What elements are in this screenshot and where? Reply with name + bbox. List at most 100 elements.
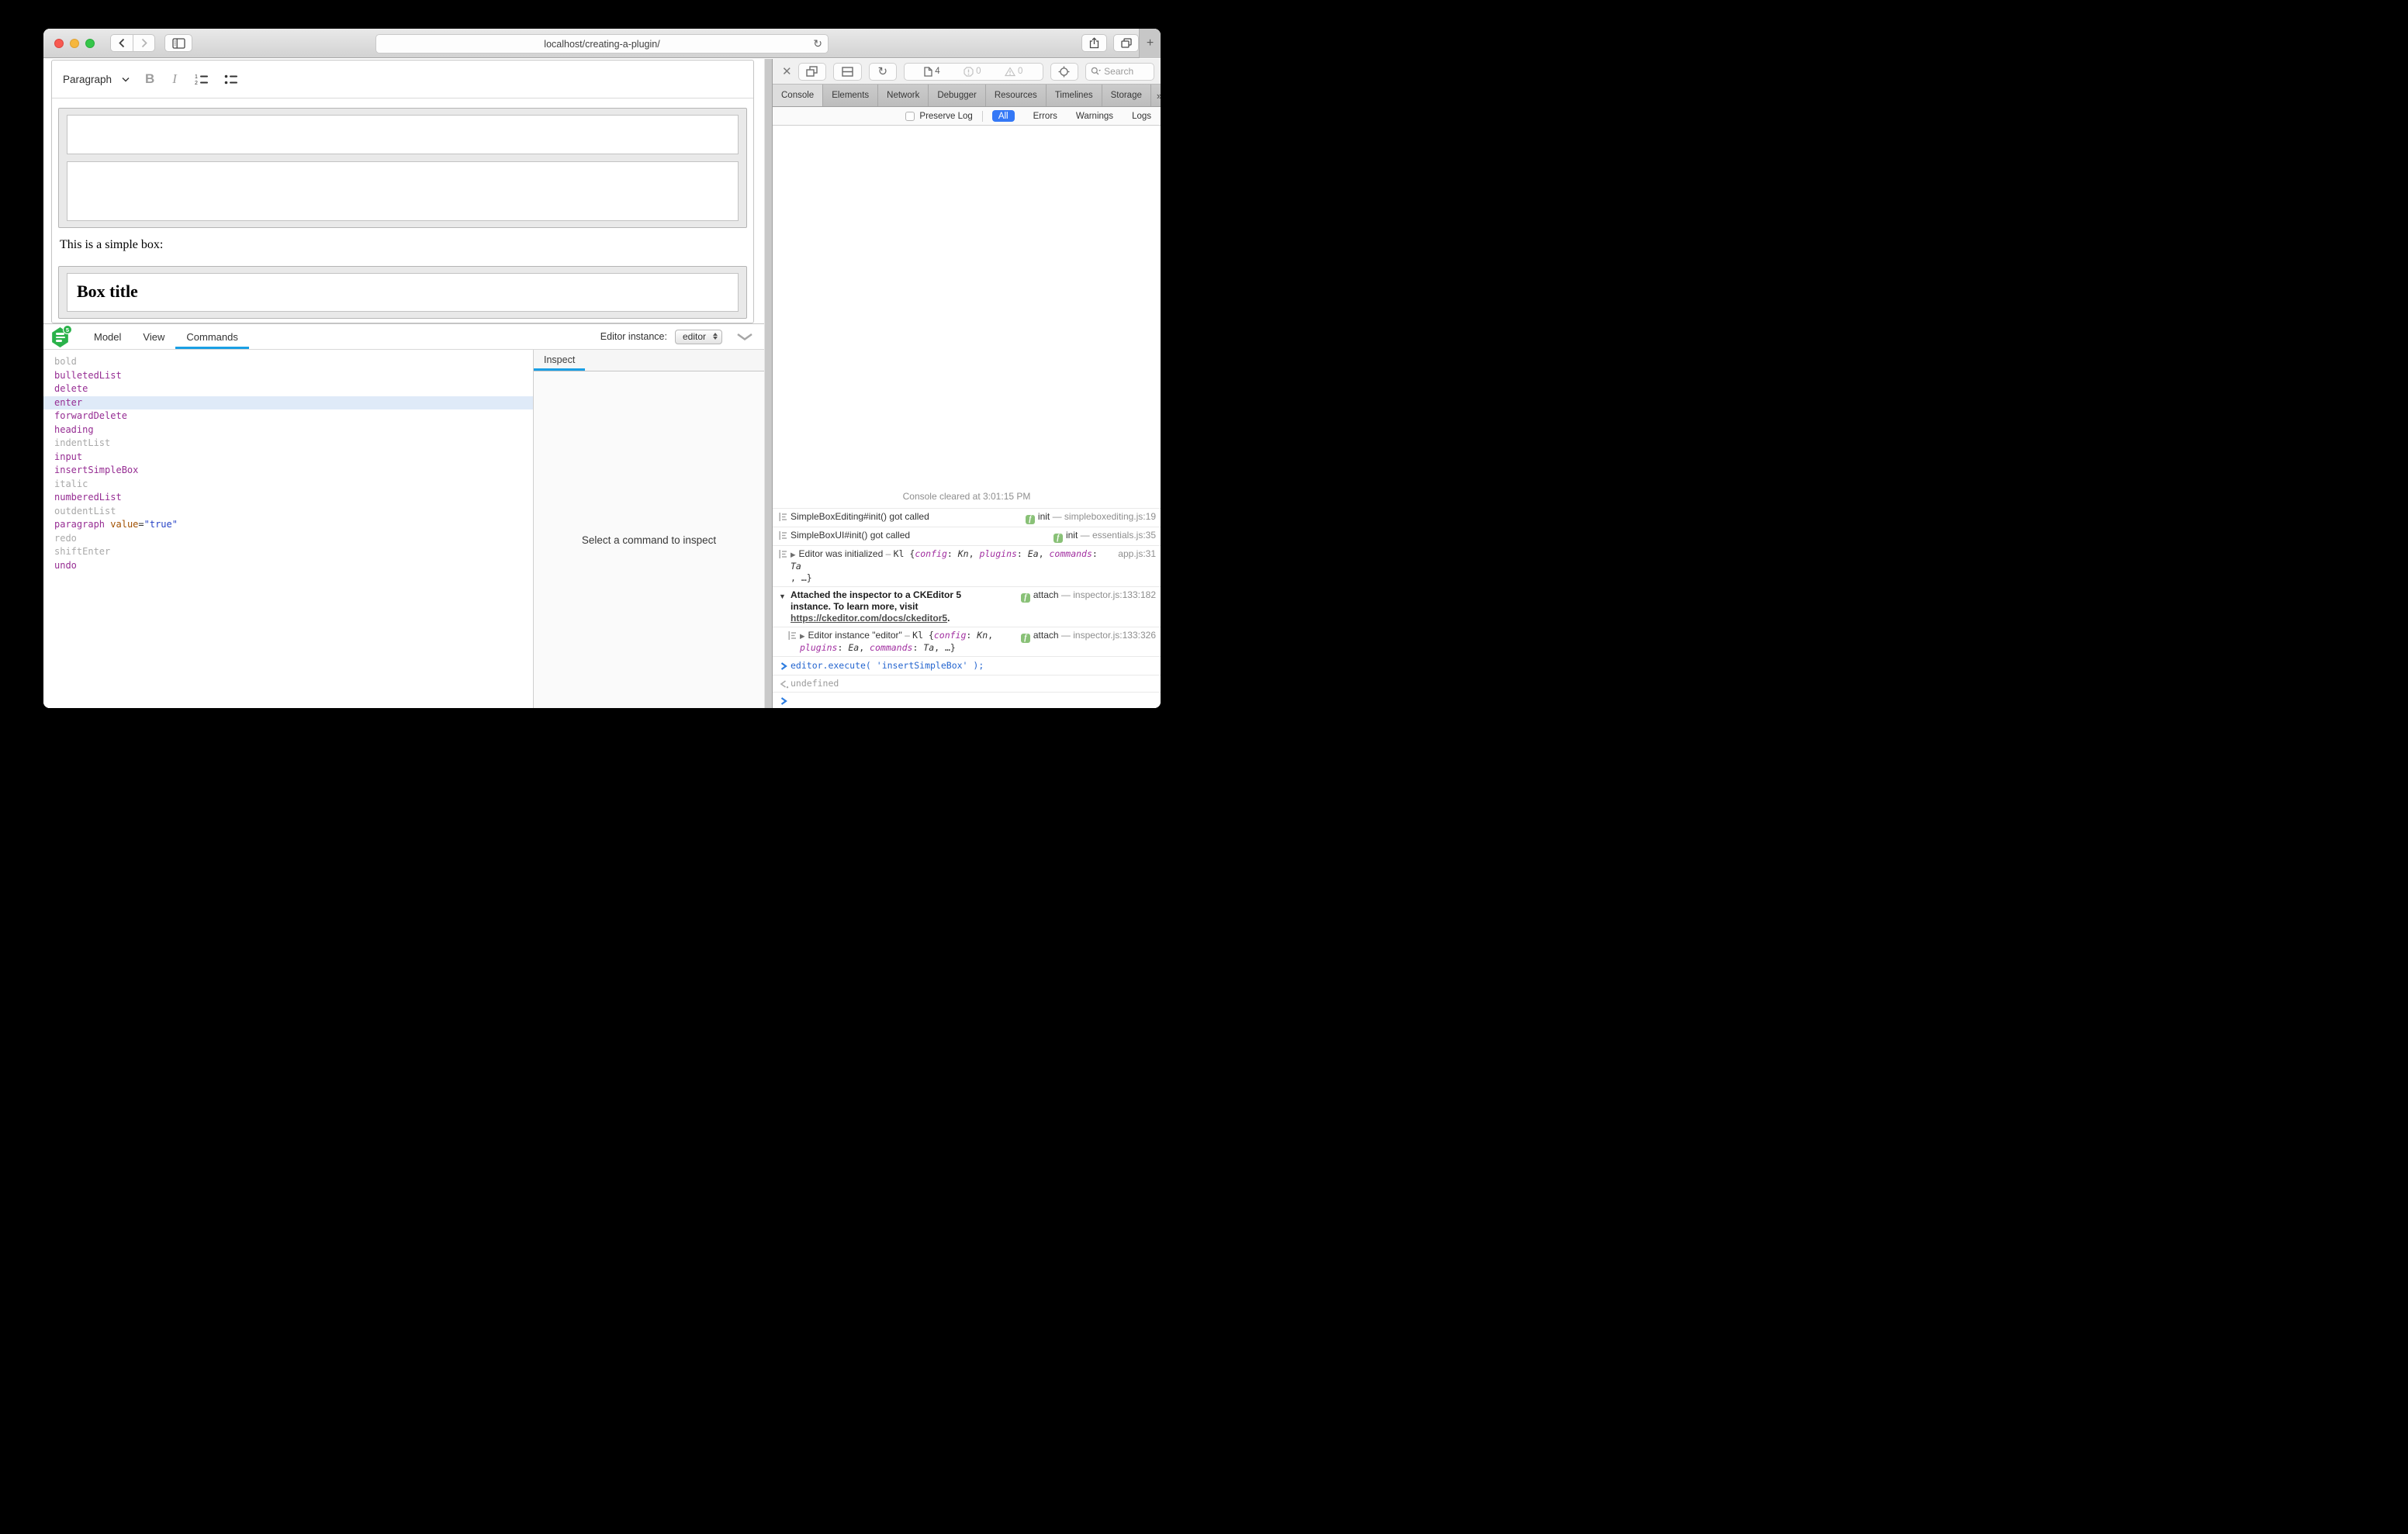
zoom-window-button[interactable]: [85, 39, 95, 48]
browser-titlebar: localhost/creating-a-plugin/ ↻: [43, 29, 1161, 58]
pane-splitter[interactable]: [764, 59, 773, 708]
log-icon: [779, 530, 791, 540]
error-count[interactable]: 0: [964, 67, 981, 77]
page-resources-count[interactable]: 4: [924, 67, 939, 77]
devtools-tab-network[interactable]: Network: [878, 85, 929, 106]
dock-side-button[interactable]: [798, 63, 826, 81]
inspector-tab-commands[interactable]: Commands: [175, 324, 248, 349]
command-item[interactable]: delete: [43, 382, 533, 396]
function-badge-icon: f: [1021, 634, 1030, 643]
devtools-search-field[interactable]: Search: [1085, 63, 1154, 81]
ckeditor-logo-icon: 5: [51, 326, 69, 347]
paragraph-text[interactable]: This is a simple box:: [60, 237, 746, 253]
sidebar-toggle-button[interactable]: [164, 34, 192, 52]
console-source-location[interactable]: app.js:31: [1118, 548, 1156, 560]
italic-button[interactable]: I: [170, 71, 179, 87]
filter-option-warnings[interactable]: Warnings: [1076, 112, 1113, 121]
console-message-text: Attached the inspector to a CKEditor 5in…: [791, 589, 1015, 624]
disclosure-closed-icon[interactable]: ▶: [791, 551, 796, 558]
reload-page-button[interactable]: ↻: [869, 63, 897, 81]
page-content: Paragraph B I 1 2: [43, 59, 764, 708]
command-item[interactable]: paragraph value="true": [43, 518, 533, 532]
devtools-tab-timelines[interactable]: Timelines: [1047, 85, 1102, 106]
more-tabs-icon[interactable]: »: [1151, 85, 1161, 106]
devtools-tab-resources[interactable]: Resources: [986, 85, 1047, 106]
share-button[interactable]: [1081, 34, 1107, 52]
command-item[interactable]: outdentList: [43, 505, 533, 519]
simple-box-description-field[interactable]: [67, 161, 739, 221]
tab-overview-button[interactable]: [1113, 34, 1139, 52]
command-item[interactable]: heading: [43, 423, 533, 437]
warning-count[interactable]: 0: [1005, 67, 1022, 77]
numbered-list-button[interactable]: 1 2: [195, 74, 209, 85]
filter-option-logs[interactable]: Logs: [1132, 112, 1151, 121]
back-button[interactable]: [110, 34, 133, 52]
bold-button[interactable]: B: [145, 71, 154, 87]
simple-box-title-field[interactable]: Box title: [67, 273, 739, 312]
console-message-text: editor.execute( 'insertSimpleBox' );: [791, 660, 1156, 672]
new-tab-button[interactable]: +: [1139, 29, 1161, 58]
command-item[interactable]: undo: [43, 559, 533, 573]
console-row-result: undefined: [773, 675, 1161, 692]
devtools-tab-storage[interactable]: Storage: [1102, 85, 1151, 106]
console-source-location[interactable]: finit — essentials.js:35: [1054, 530, 1156, 543]
console-source-location[interactable]: finit — simpleboxediting.js:19: [1026, 511, 1156, 524]
preserve-log-toggle[interactable]: Preserve Log: [905, 112, 972, 121]
console-row-prompt[interactable]: [773, 692, 1161, 708]
console-row-log: SimpleBoxEditing#init() got calledfinit …: [773, 508, 1161, 527]
minimize-window-button[interactable]: [70, 39, 79, 48]
close-window-button[interactable]: [54, 39, 64, 48]
console-message-text: ▶Editor instance "editor" – Kl {config: …: [800, 630, 1015, 654]
command-inspect-pane: Inspect Select a command to inspect: [533, 350, 764, 708]
function-badge-icon: f: [1021, 593, 1030, 603]
console-input-icon: [779, 695, 791, 706]
collapse-inspector-button[interactable]: [736, 333, 753, 341]
filter-option-errors[interactable]: Errors: [1033, 112, 1057, 121]
simple-box-widget-empty[interactable]: [58, 108, 747, 228]
devtools-tab-console[interactable]: Console: [773, 85, 823, 106]
editor-instance-select[interactable]: editor: [675, 330, 722, 344]
commands-list: boldbulletedListdeleteenterforwardDelete…: [43, 350, 533, 708]
simple-box-widget[interactable]: Box title: [58, 266, 747, 319]
console-message-text: undefined: [791, 678, 1156, 689]
disclosure-closed-icon[interactable]: ▶: [800, 632, 805, 640]
tab-inspect[interactable]: Inspect: [534, 350, 585, 371]
simple-box-title-field[interactable]: [67, 115, 739, 154]
command-item[interactable]: input: [43, 451, 533, 465]
heading-dropdown[interactable]: Paragraph: [63, 74, 130, 85]
bulleted-list-button[interactable]: [224, 74, 238, 85]
command-item[interactable]: italic: [43, 478, 533, 492]
inspector-tab-model[interactable]: Model: [83, 324, 132, 349]
filter-option-all[interactable]: All: [992, 110, 1015, 122]
console-row-expanded[interactable]: ▼Attached the inspector to a CKEditor 5i…: [773, 586, 1161, 627]
console-row-log: SimpleBoxUI#init() got calledfinit — ess…: [773, 527, 1161, 545]
console-source-location[interactable]: fattach — inspector.js:133:326: [1021, 630, 1156, 643]
inspector-tab-view[interactable]: View: [132, 324, 175, 349]
command-item[interactable]: shiftEnter: [43, 545, 533, 559]
console-source-location[interactable]: fattach — inspector.js:133:182: [1021, 589, 1156, 603]
close-devtools-button[interactable]: ✕: [782, 66, 792, 78]
console-row-log[interactable]: ▶Editor instance "editor" – Kl {config: …: [773, 627, 1161, 656]
split-console-button[interactable]: [833, 63, 861, 81]
inspect-empty-message: Select a command to inspect: [534, 371, 764, 708]
command-item[interactable]: bold: [43, 355, 533, 369]
console-row-log[interactable]: ▶Editor was initialized – Kl {config: Kn…: [773, 545, 1161, 586]
command-item[interactable]: numberedList: [43, 491, 533, 505]
reload-icon[interactable]: ↻: [813, 37, 822, 50]
activity-summary[interactable]: 4 0 0: [904, 63, 1043, 81]
command-item[interactable]: bulletedList: [43, 369, 533, 383]
address-bar[interactable]: localhost/creating-a-plugin/ ↻: [375, 34, 829, 54]
devtools-tab-debugger[interactable]: Debugger: [929, 85, 986, 106]
command-item[interactable]: insertSimpleBox: [43, 464, 533, 478]
editor-editable-area[interactable]: This is a simple box: Box title: [52, 98, 753, 319]
disclosure-open-icon: ▼: [779, 589, 791, 603]
command-item[interactable]: indentList: [43, 437, 533, 451]
checkbox-icon[interactable]: [905, 112, 915, 121]
command-item[interactable]: forwardDelete: [43, 409, 533, 423]
devtools-tab-elements[interactable]: Elements: [823, 85, 878, 106]
box-title-text[interactable]: Box title: [77, 282, 728, 302]
element-picker-button[interactable]: [1050, 63, 1078, 81]
forward-button[interactable]: [133, 34, 155, 52]
command-item[interactable]: redo: [43, 532, 533, 546]
command-item[interactable]: enter: [43, 396, 533, 410]
